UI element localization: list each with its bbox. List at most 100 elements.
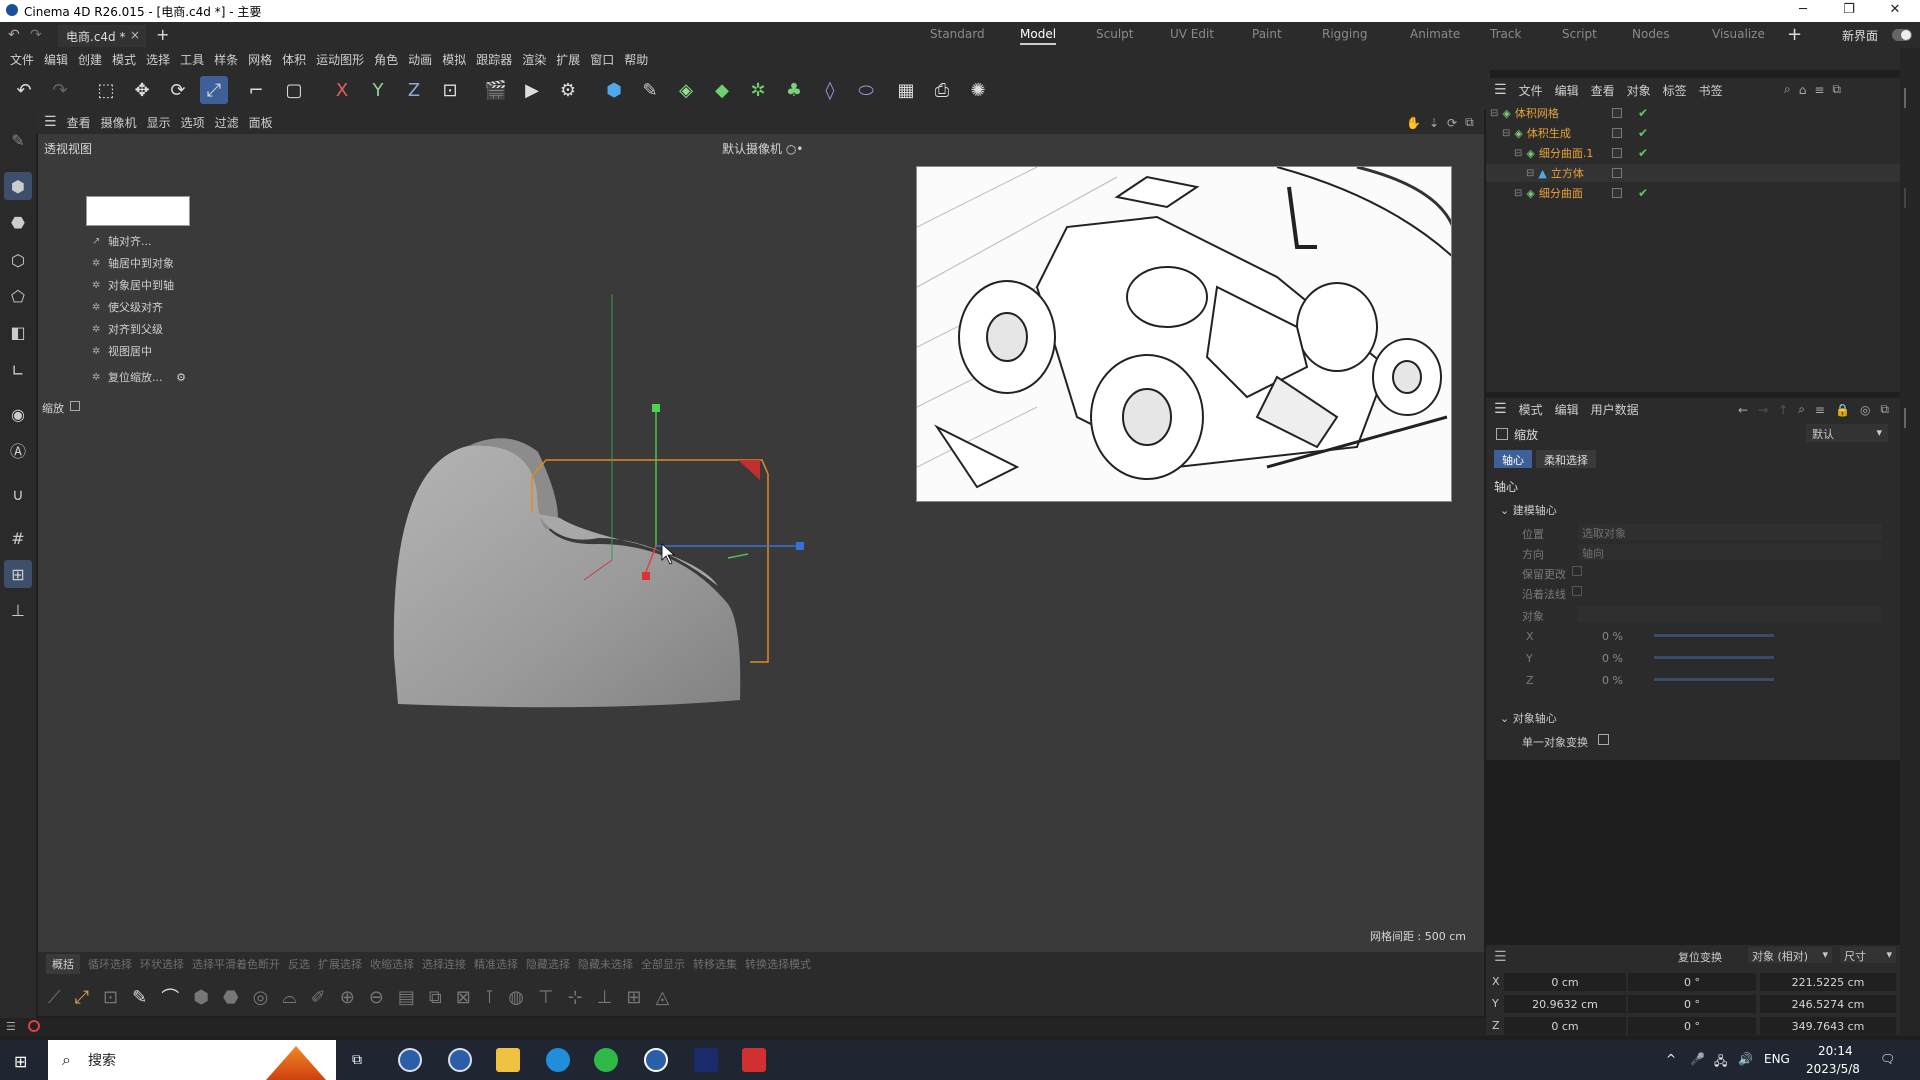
- layout-tab-sculpt[interactable]: Sculpt: [1096, 27, 1133, 41]
- axis-x-slider[interactable]: [1654, 634, 1774, 637]
- rotate-tool-icon[interactable]: ⟳: [164, 76, 192, 104]
- notification-icon[interactable]: 🗨: [1880, 1052, 1895, 1066]
- menu-item[interactable]: 窗口: [590, 51, 614, 68]
- axis-menu-item[interactable]: ✲ 轴居中到对象: [86, 252, 190, 274]
- render-settings-icon[interactable]: ⚙: [554, 76, 582, 104]
- pan-hand-icon[interactable]: ✋: [1406, 116, 1421, 130]
- dolly-icon[interactable]: ⇣: [1429, 116, 1439, 130]
- object-link-field[interactable]: [1578, 606, 1882, 622]
- clone-icon[interactable]: ⧉: [429, 987, 442, 1008]
- maximize-view-icon[interactable]: ⧉: [1465, 115, 1474, 130]
- close-tab-icon[interactable]: ×: [130, 28, 140, 42]
- coord-pos-field[interactable]: 20.9632 cm: [1504, 995, 1626, 1013]
- om-menu-item[interactable]: 标签: [1663, 82, 1687, 99]
- menu-item[interactable]: 动画: [408, 51, 432, 68]
- expand-toggle-icon[interactable]: ⊟: [1514, 148, 1522, 159]
- menu-item[interactable]: 网格: [248, 51, 272, 68]
- camera-icon[interactable]: ⎙: [928, 76, 956, 104]
- menu-item[interactable]: 运动图形: [316, 51, 364, 68]
- viewport-menu-item[interactable]: 摄像机: [101, 114, 137, 131]
- tab-soft-selection[interactable]: 柔和选择: [1536, 450, 1596, 468]
- up-arrow-icon[interactable]: ↑: [1778, 403, 1788, 417]
- side-tab-layers[interactable]: [1904, 188, 1916, 208]
- hamburger-icon[interactable]: ☰: [44, 114, 57, 130]
- new-ui-label[interactable]: 新界面: [1842, 27, 1878, 44]
- axis-y-slider[interactable]: [1654, 656, 1774, 659]
- iron-icon[interactable]: ⊖: [369, 987, 384, 1008]
- object-row[interactable]: ⊟ ◈ 体积网格 ✔: [1486, 104, 1900, 122]
- object-name[interactable]: 体积生成: [1527, 125, 1571, 141]
- enabled-check-icon[interactable]: ✔: [1638, 126, 1648, 140]
- bottom-tab[interactable]: 选择连接: [422, 956, 466, 972]
- om-menu-item[interactable]: 书签: [1699, 82, 1723, 99]
- axis-menu-item[interactable]: ✲ 复位缩放... ⚙: [86, 366, 190, 388]
- viewport-menu-item[interactable]: 面板: [249, 114, 273, 131]
- attr-menu-item[interactable]: 编辑: [1555, 401, 1579, 418]
- axis-menu-item[interactable]: ✲ 视图居中: [86, 340, 190, 362]
- y-axis-lock[interactable]: Y: [364, 76, 392, 104]
- menu-item[interactable]: 模式: [112, 51, 136, 68]
- split-icon[interactable]: ⊺: [485, 987, 494, 1008]
- lock-icon[interactable]: 🔒: [1835, 403, 1850, 417]
- coord-hamburger-icon[interactable]: ☰: [1494, 949, 1507, 965]
- axis-menu-item[interactable]: ✲ 对象居中到轴: [86, 274, 190, 296]
- axis-menu-item[interactable]: ✲ 使父级对齐: [86, 296, 190, 318]
- single-transform-checkbox[interactable]: [1598, 734, 1609, 745]
- expand-toggle-icon[interactable]: ⊟: [1526, 168, 1534, 179]
- menu-item[interactable]: 帮助: [624, 51, 648, 68]
- object-row[interactable]: ⊟ ◈ 体积生成 ✔: [1486, 124, 1900, 142]
- workplane-locked-icon[interactable]: ⊞: [4, 560, 32, 588]
- bevel-icon[interactable]: ⬣: [223, 987, 239, 1008]
- array-icon[interactable]: ▤: [398, 987, 415, 1008]
- layer-swatch[interactable]: [1612, 168, 1622, 178]
- field-icon[interactable]: ⬭: [852, 76, 880, 104]
- menu-item[interactable]: 文件: [10, 51, 34, 68]
- subdivided-object[interactable]: [393, 438, 741, 708]
- volume-icon[interactable]: 🔊: [1738, 1052, 1753, 1066]
- layout-tab-paint[interactable]: Paint: [1252, 27, 1282, 41]
- viewport-menu-item[interactable]: 显示: [147, 114, 171, 131]
- ppt-icon[interactable]: [742, 1048, 766, 1072]
- coord-rot-field[interactable]: 0 °: [1628, 1017, 1756, 1035]
- tab-axis[interactable]: 轴心: [1494, 450, 1532, 468]
- language-indicator[interactable]: ENG: [1764, 1052, 1790, 1066]
- app-icon[interactable]: [694, 1048, 718, 1072]
- document-tab[interactable]: 电商.c4d * ×: [58, 25, 146, 47]
- attr-target-icon[interactable]: ◎: [1860, 403, 1870, 417]
- bottom-tab[interactable]: 全部显示: [641, 956, 685, 972]
- object-name[interactable]: 细分曲面.1: [1539, 145, 1594, 161]
- axis-menu-item[interactable]: ✲ 对齐到父级: [86, 318, 190, 340]
- along-normal-checkbox[interactable]: [1572, 586, 1582, 596]
- om-new-window-icon[interactable]: ⧉: [1832, 82, 1841, 97]
- light-icon[interactable]: ✺: [964, 76, 992, 104]
- preset-dropdown[interactable]: 默认 ▾: [1806, 424, 1888, 442]
- knife-icon[interactable]: ⟋: [48, 987, 61, 1008]
- redo-icon[interactable]: ↷: [46, 76, 74, 104]
- generator-icon[interactable]: ◆: [708, 76, 736, 104]
- layout-tab-nodes[interactable]: Nodes: [1632, 27, 1670, 41]
- om-home-icon[interactable]: ⌂: [1799, 83, 1807, 97]
- scale-box-icon[interactable]: ▢: [280, 76, 308, 104]
- layer-swatch[interactable]: [1612, 148, 1622, 158]
- mirror-icon[interactable]: ⊹: [568, 987, 583, 1008]
- viewport-menu-item[interactable]: 过滤: [215, 114, 239, 131]
- layout-tab-visualize[interactable]: Visualize: [1712, 27, 1765, 41]
- undo-history-icon[interactable]: ↶: [8, 27, 20, 43]
- expand-toggle-icon[interactable]: ⊟: [1514, 188, 1522, 199]
- coord-mode-dropdown[interactable]: 对象 (相对) ▾: [1748, 947, 1832, 963]
- position-dropdown[interactable]: 选取对象: [1578, 524, 1882, 540]
- viewport-menu-item[interactable]: 查看: [67, 114, 91, 131]
- select-tool-icon[interactable]: ⬚: [92, 76, 120, 104]
- bottom-tab[interactable]: 选择平滑着色断开: [192, 956, 280, 972]
- reset-transform-button[interactable]: 复位变换: [1678, 949, 1722, 965]
- menu-item[interactable]: 角色: [374, 51, 398, 68]
- om-hamburger-icon[interactable]: ☰: [1494, 82, 1507, 98]
- object-name[interactable]: 立方体: [1551, 165, 1584, 181]
- axis-x-value[interactable]: 0 %: [1602, 630, 1623, 643]
- coord-size-field[interactable]: 221.5225 cm: [1760, 973, 1896, 991]
- brush-icon[interactable]: ✎: [4, 126, 32, 154]
- file-explorer-icon[interactable]: [496, 1048, 520, 1072]
- om-search-icon[interactable]: ⌕: [1784, 82, 1791, 97]
- object-row[interactable]: ⊟ ◈ 细分曲面.1 ✔: [1486, 144, 1900, 162]
- subdivision-icon[interactable]: ◈: [672, 76, 700, 104]
